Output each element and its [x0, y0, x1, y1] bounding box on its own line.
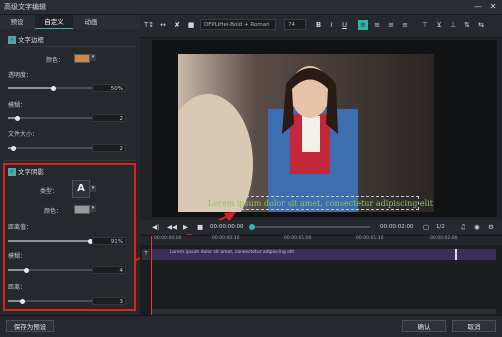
border-size-knob[interactable] — [10, 145, 16, 151]
bold-button[interactable]: B — [314, 20, 323, 30]
zoom-level[interactable]: 1/2 — [436, 222, 445, 232]
underline-button[interactable]: U — [340, 20, 349, 30]
fullscreen-icon[interactable]: ▢ — [423, 222, 429, 232]
prev-frame-icon[interactable]: ◀| — [152, 222, 159, 232]
divider — [4, 160, 136, 161]
ruler-label: 00:00:00:10 — [212, 236, 240, 241]
align-center-icon[interactable]: ≡ — [372, 20, 382, 30]
border-color-label: 颜色： — [46, 57, 65, 64]
step-back-icon[interactable]: ◀◀ — [167, 222, 177, 232]
border-opacity-label: 透明度： — [8, 72, 33, 79]
align-top-icon[interactable]: ⊤ — [420, 20, 430, 30]
total-time: 00:00:02:00 — [380, 224, 414, 230]
border-blur-knob[interactable] — [14, 115, 20, 121]
line-spacing-icon[interactable]: ⇅ — [462, 20, 472, 30]
border-opacity-value[interactable]: 50% — [92, 84, 126, 92]
border-size-slider[interactable] — [8, 147, 98, 149]
current-time: 00:00:00:00 — [210, 224, 244, 230]
ruler-label: 00:00:01:00 — [284, 236, 312, 241]
stop-icon[interactable]: ■ — [197, 222, 203, 232]
preview-caption[interactable]: Lorem ipsum dolor sit amet, consectetur … — [208, 199, 433, 208]
font-selector[interactable]: DFPLiHei-Bold + Roman — [200, 19, 276, 30]
chevron-down-icon[interactable]: ▾ — [90, 54, 96, 61]
settings-icon[interactable]: ⚙ — [488, 222, 494, 232]
border-size-label: 文件大小： — [8, 131, 39, 138]
track-type-icon: T — [142, 249, 150, 260]
playhead[interactable] — [151, 236, 152, 315]
text-size-icon[interactable]: T↕ — [144, 20, 154, 30]
border-color-swatch[interactable] — [74, 54, 90, 63]
tab-preset[interactable]: 预设 — [0, 15, 34, 29]
cancel-button[interactable]: 取消 — [452, 320, 496, 332]
border-size-value[interactable]: 2 — [92, 144, 126, 152]
active-tab-indicator — [35, 28, 73, 29]
ruler-label: 00:00:00:00 — [154, 236, 182, 241]
border-blur-value[interactable]: 2 — [92, 114, 126, 122]
tab-custom[interactable]: 自定义 — [35, 15, 73, 29]
align-left-icon[interactable]: ≡ — [358, 20, 368, 30]
ok-button[interactable]: 确认 — [402, 320, 446, 332]
border-blur-label: 模糊： — [8, 102, 27, 109]
justify-icon[interactable]: ≡ — [400, 20, 410, 30]
letter-spacing-icon[interactable]: ⇆ — [476, 20, 486, 30]
minimize-icon[interactable]: — — [472, 1, 484, 13]
timeline-scrollbar[interactable] — [152, 309, 496, 314]
align-bottom-icon[interactable]: ⊥ — [448, 20, 458, 30]
seek-bar[interactable] — [252, 226, 370, 228]
text-width-icon[interactable]: ↔ — [158, 20, 168, 30]
italic-button[interactable]: I — [327, 20, 336, 30]
volume-icon[interactable]: ♫ — [460, 222, 466, 232]
text-border-checkbox[interactable]: ✓ — [8, 36, 16, 44]
text-border-title: 文字边框 — [18, 36, 44, 44]
title-bar — [0, 0, 502, 15]
track-clip-text: Lorem ipsum dolor sit amet, consectetur … — [170, 250, 295, 255]
align-middle-icon[interactable]: ⊻ — [434, 20, 444, 30]
ruler-label: 00:00:01:10 — [356, 236, 384, 241]
video-image — [178, 54, 434, 212]
play-icon[interactable]: ▶ — [183, 222, 188, 232]
align-right-icon[interactable]: ≡ — [386, 20, 396, 30]
save-preset-button[interactable]: 保存为预设 — [6, 320, 54, 332]
border-blur-slider[interactable] — [8, 117, 98, 119]
window-title: 高级文字编辑 — [4, 3, 46, 11]
camera-icon[interactable]: ◉ — [474, 222, 480, 232]
clear-format-icon[interactable]: ✘ — [172, 20, 182, 30]
seek-knob[interactable] — [249, 224, 255, 230]
font-size-selector[interactable]: 74 — [284, 19, 306, 30]
highlight-box — [3, 163, 136, 311]
close-icon[interactable]: ✕ — [487, 1, 499, 13]
tab-animation[interactable]: 动画 — [74, 15, 108, 29]
video-frame — [178, 54, 434, 212]
ruler-label: 00:00:02:00 — [430, 236, 458, 241]
clip-end-handle[interactable] — [455, 249, 457, 260]
text-color-icon[interactable]: ■ — [186, 20, 196, 30]
border-opacity-knob[interactable] — [50, 85, 56, 91]
divider — [4, 46, 136, 47]
border-opacity-fill — [8, 87, 53, 89]
